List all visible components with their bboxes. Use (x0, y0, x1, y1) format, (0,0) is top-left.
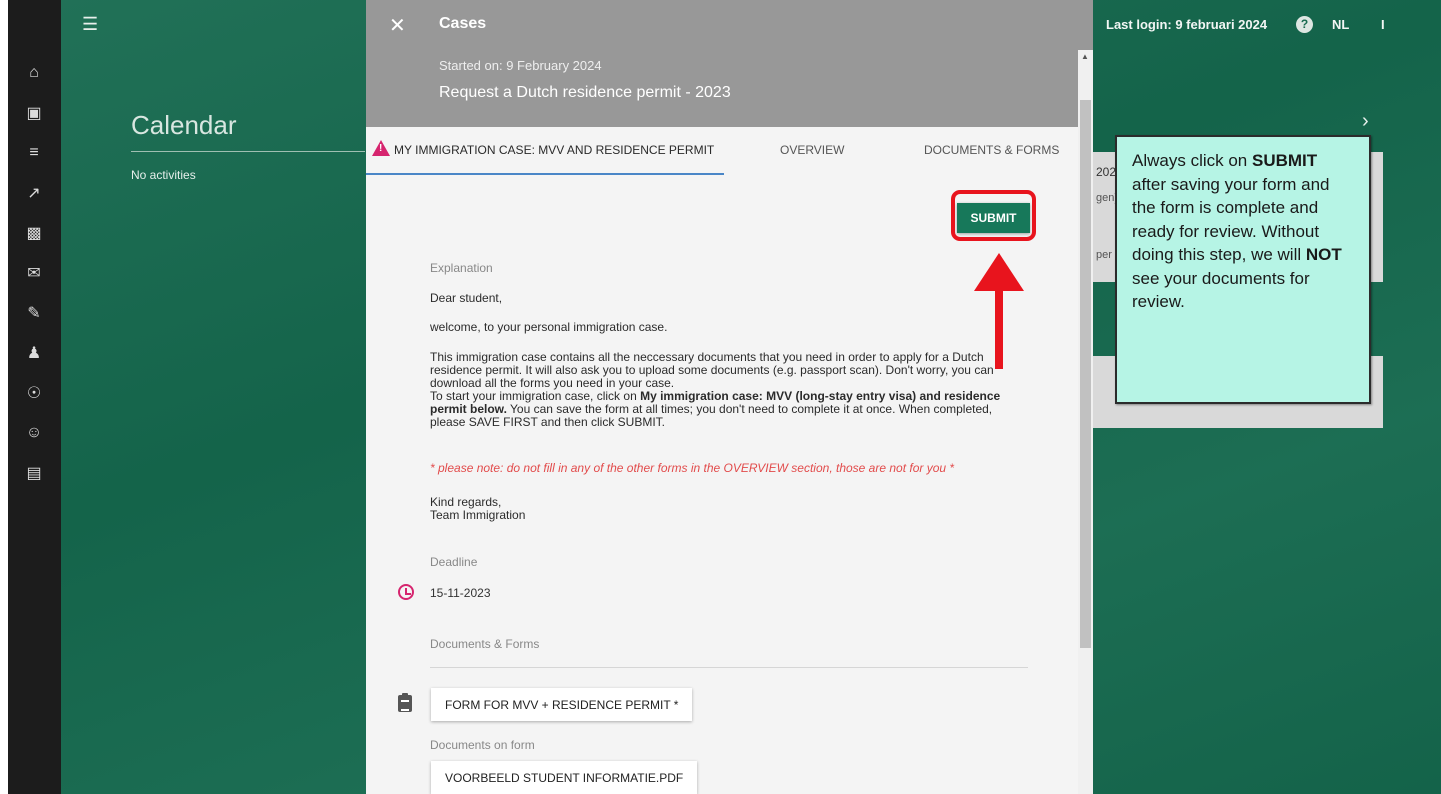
calendar-empty-text: No activities (131, 168, 196, 182)
active-tab-indicator (366, 173, 724, 175)
warning-icon: ! (372, 140, 390, 156)
tab-documents-forms[interactable]: DOCUMENTS & FORMS (924, 143, 1059, 157)
checklist-icon[interactable]: ≡ (21, 140, 47, 166)
body-text-part: You can save the form at all times; you … (506, 402, 993, 416)
pencil-icon[interactable]: ✎ (21, 300, 47, 326)
regards-text: Team Immigration (430, 508, 526, 522)
case-name: Request a Dutch residence permit - 2023 (439, 84, 731, 101)
globe-icon[interactable]: ☉ (21, 380, 47, 406)
panel-header: ✕ Cases Started on: 9 February 2024 Requ… (366, 0, 1093, 127)
menu-icon[interactable]: ☰ (82, 14, 98, 35)
callout-emphasis: SUBMIT (1251, 151, 1318, 170)
body-text-bold: My immigration case: MVV (long-stay entr… (640, 389, 1001, 403)
student-icon[interactable]: ♟ (21, 340, 47, 366)
panel-scrollbar[interactable]: ▲ (1078, 50, 1093, 794)
welcome-text: welcome, to your personal immigration ca… (430, 320, 668, 334)
annotation-arrow-head (974, 253, 1024, 291)
help-icon[interactable]: ? (1296, 16, 1313, 33)
tab-overview[interactable]: OVERVIEW (780, 143, 844, 157)
form-mvv-residence-button[interactable]: FORM FOR MVV + RESIDENCE PERMIT * (431, 688, 693, 721)
annotation-arrow-shaft (995, 289, 1003, 369)
highlight-box (951, 190, 1036, 241)
last-login: Last login: 9 februari 2024 (1106, 17, 1268, 32)
mail-icon[interactable]: ✉ (21, 260, 47, 286)
scrollbar-thumb[interactable] (1080, 100, 1091, 648)
instruction-callout: Always click on SUBMIT after saving your… (1115, 135, 1371, 404)
greeting-text: Dear student, (430, 291, 503, 305)
close-icon[interactable]: ✕ (389, 13, 406, 38)
scroll-up-icon[interactable]: ▲ (1081, 52, 1089, 61)
calendar-icon[interactable]: ▣ (21, 100, 47, 126)
callout-text: Always click on (1132, 151, 1252, 170)
body-text-part: To start your immigration case, click on (430, 389, 641, 403)
panel-title: Cases (439, 15, 487, 32)
deadline-value: 15-11-2023 (430, 586, 491, 600)
calendar-title: Calendar (131, 110, 237, 140)
documents-on-form-label: Documents on form (430, 738, 535, 752)
language-switch[interactable]: NL (1332, 17, 1349, 32)
people-icon[interactable]: ☺ (21, 420, 47, 446)
chevron-right-icon[interactable]: › (1362, 110, 1369, 133)
document-pdf-button[interactable]: VOORBEELD STUDENT INFORMATIE.PDF (431, 761, 698, 794)
started-date: Started on: 9 February 2024 (439, 58, 602, 73)
body-text: please SAVE FIRST and then click SUBMIT. (430, 415, 665, 429)
case-tabs: ! MY IMMIGRATION CASE: MVV AND RESIDENCE… (366, 127, 1078, 176)
explanation-label: Explanation (430, 261, 493, 275)
card-text: per (1096, 249, 1112, 261)
cases-panel: ✕ Cases Started on: 9 February 2024 Requ… (366, 0, 1093, 794)
body-text-bold: permit below. (430, 402, 507, 416)
clipboard-icon (398, 693, 412, 712)
briefcase-icon[interactable]: ▩ (21, 220, 47, 246)
home-icon[interactable]: ⌂ (21, 60, 47, 86)
important-note: * please note: do not fill in any of the… (430, 461, 955, 475)
documents-forms-label: Documents & Forms (430, 637, 540, 651)
alarm-clock-icon (398, 584, 414, 600)
left-edge (0, 0, 8, 794)
calendar-divider (131, 151, 365, 152)
side-nav: ⌂ ▣ ≡ ↗ ▩ ✉ ✎ ♟ ☉ ☺ ▤ (8, 0, 61, 794)
feedback-icon[interactable]: ▤ (21, 460, 47, 486)
callout-text: see your documents for review. (1132, 268, 1310, 312)
callout-emphasis: NOT (1305, 245, 1342, 264)
tab-immigration-case[interactable]: MY IMMIGRATION CASE: MVV AND RESIDENCE P… (394, 143, 714, 157)
callout-text: after saving your form and the form is c… (1132, 174, 1330, 265)
card-text: 202 (1096, 165, 1117, 179)
trending-icon[interactable]: ↗ (21, 180, 47, 206)
section-divider (430, 667, 1028, 668)
deadline-label: Deadline (430, 555, 478, 569)
user-menu[interactable]: I (1381, 17, 1385, 32)
